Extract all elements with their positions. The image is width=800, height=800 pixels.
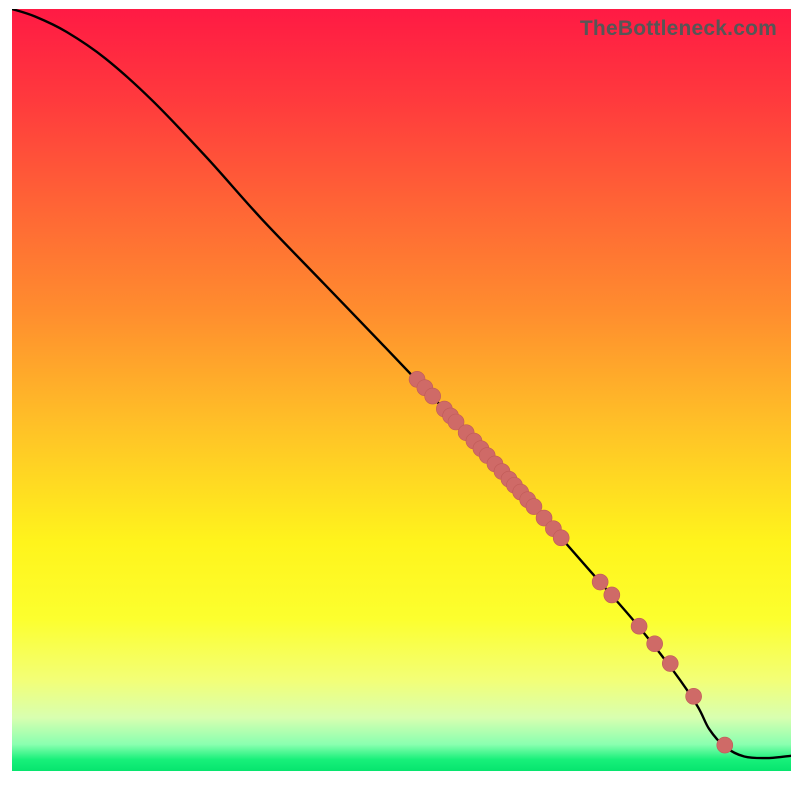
- data-marker: [647, 636, 663, 652]
- chart-stage: TheBottleneck.com: [0, 0, 800, 800]
- data-marker: [717, 737, 733, 753]
- data-markers: [409, 371, 733, 753]
- data-marker: [604, 587, 620, 603]
- curve-line: [12, 9, 791, 758]
- data-marker: [553, 530, 569, 546]
- data-marker: [592, 574, 608, 590]
- plot-area: TheBottleneck.com: [12, 9, 791, 771]
- chart-svg: [12, 9, 791, 771]
- data-marker: [631, 618, 647, 634]
- data-marker: [686, 688, 702, 704]
- data-marker: [425, 388, 441, 404]
- data-marker: [662, 656, 678, 672]
